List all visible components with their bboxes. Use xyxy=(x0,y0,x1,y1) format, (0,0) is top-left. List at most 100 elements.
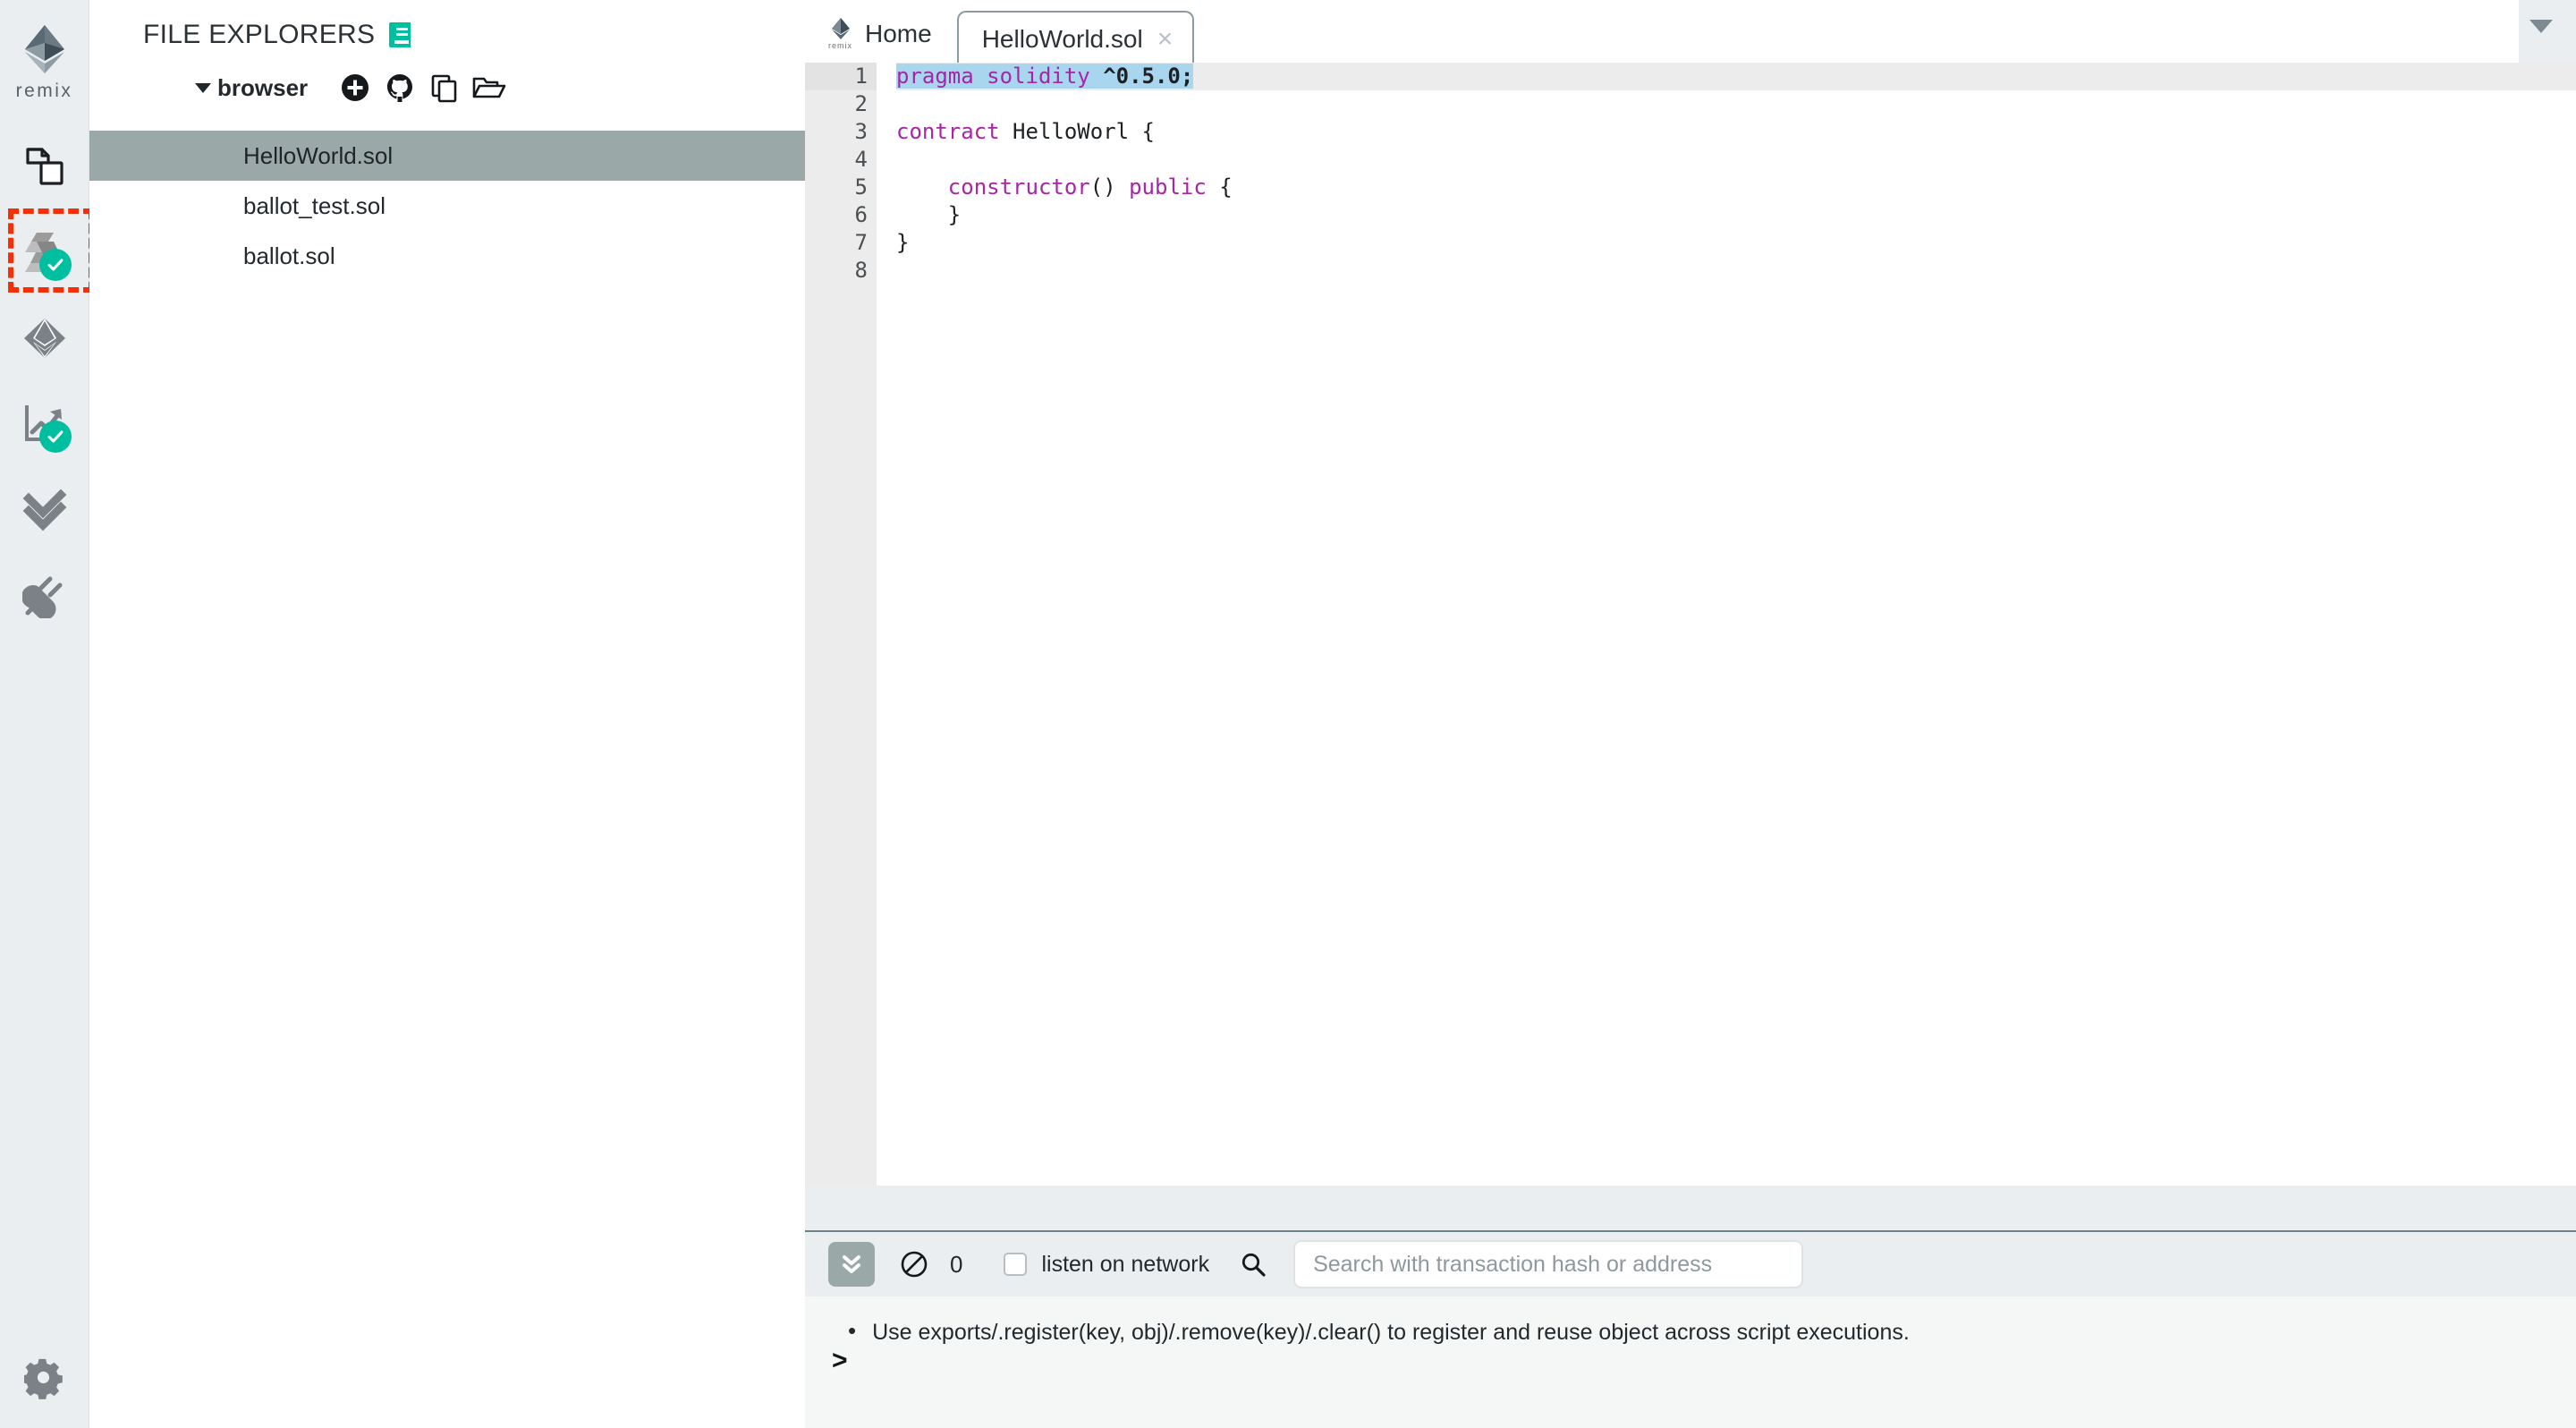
status-badge-check xyxy=(38,421,72,453)
ethereum-logo-icon xyxy=(831,18,850,39)
clear-console-button[interactable] xyxy=(900,1250,928,1279)
ethereum-logo-icon xyxy=(24,25,64,73)
double-chevron-down-icon xyxy=(843,1255,860,1273)
search-icon[interactable] xyxy=(1240,1251,1267,1278)
pending-transactions-count: 0 xyxy=(950,1250,963,1278)
toggle-terminal-button[interactable] xyxy=(828,1242,875,1287)
code-token: { xyxy=(1206,174,1233,200)
sidebar-item-testing[interactable] xyxy=(0,467,89,553)
line-number: 4 xyxy=(854,147,868,172)
code-editor[interactable]: 1 2 3 4 5 6 7 8 pragma solidity ^0.5.0; … xyxy=(805,63,2576,1186)
plus-circle-icon xyxy=(342,74,369,101)
terminal-toolbar: 0 listen on network xyxy=(805,1232,2576,1296)
page-title: FILE EXPLORERS xyxy=(143,20,376,49)
code-line: contract HelloWorl { xyxy=(896,118,2576,146)
open-folder-button[interactable] xyxy=(467,68,512,107)
remix-mini-logo: remix xyxy=(828,17,852,50)
list-item[interactable]: HelloWorld.sol xyxy=(89,131,805,181)
file-explorer-header: FILE EXPLORERS xyxy=(89,0,805,50)
file-name: HelloWorld.sol xyxy=(243,141,394,169)
line-number: 8 xyxy=(854,258,868,283)
status-badge-check xyxy=(38,249,72,281)
code-line: pragma solidity ^0.5.0; xyxy=(896,63,2576,90)
sidebar-item-file-explorers[interactable] xyxy=(0,123,89,209)
tab-label: HelloWorld.sol xyxy=(981,25,1143,53)
root-folder-label[interactable]: browser xyxy=(217,74,308,102)
tab-helloworld-sol[interactable]: HelloWorld.sol × xyxy=(956,11,1195,64)
close-icon[interactable]: × xyxy=(1157,26,1174,53)
code-line: constructor() public { xyxy=(896,174,2576,201)
tab-home[interactable]: remix Home xyxy=(805,17,952,63)
ethereum-deploy-icon xyxy=(23,319,65,358)
code-token: } xyxy=(896,230,910,255)
remix-ide-window: remix FILE EXPLORERS browser HelloWorld.… xyxy=(0,0,2576,1428)
code-token: contract xyxy=(896,119,1013,144)
file-name: ballot.sol xyxy=(243,242,335,269)
connect-to-github-button[interactable] xyxy=(377,68,422,107)
sidebar-item-analysis[interactable] xyxy=(0,381,89,467)
sidebar-item-deploy-run-transactions[interactable] xyxy=(0,295,89,381)
ban-icon xyxy=(901,1251,928,1278)
check-icon xyxy=(47,259,63,271)
remix-brand-label: remix xyxy=(15,81,73,101)
sidebar-item-settings[interactable] xyxy=(0,1358,89,1399)
editor-tab-bar: remix Home HelloWorld.sol × xyxy=(805,0,2576,64)
check-icon xyxy=(47,430,63,443)
tab-home-label: Home xyxy=(865,19,932,47)
book-icon xyxy=(389,22,411,47)
line-number-gutter: 1 2 3 4 5 6 7 8 xyxy=(805,63,891,1186)
panel-divider[interactable] xyxy=(805,1186,2576,1232)
line-number: 2 xyxy=(854,91,868,116)
chevron-down-icon[interactable] xyxy=(195,82,211,93)
remix-logo: remix xyxy=(16,23,73,102)
chevron-down-icon[interactable] xyxy=(2529,20,2553,33)
file-name: ballot_test.sol xyxy=(243,191,386,219)
remix-mini-label: remix xyxy=(828,41,852,50)
terminal-prompt[interactable]: > xyxy=(832,1346,848,1376)
code-token: constructor xyxy=(896,174,1090,200)
line-number: 6 xyxy=(854,202,868,227)
magnifier-icon xyxy=(1241,1253,1266,1277)
listen-on-network-checkbox[interactable] xyxy=(1004,1253,1028,1276)
left-icon-bar: remix xyxy=(0,0,94,1428)
log-message: Use exports/.register(key, obj)/.remove(… xyxy=(872,1320,1910,1345)
list-item[interactable]: ballot.sol xyxy=(89,231,805,281)
github-icon xyxy=(387,74,413,102)
code-token: pragma solidity xyxy=(896,64,1104,89)
list-item: • Use exports/.register(key, obj)/.remov… xyxy=(805,1318,2576,1347)
folder-open-icon xyxy=(472,77,506,98)
code-token: public xyxy=(1129,174,1207,200)
code-token: HelloWorl { xyxy=(1013,119,1155,144)
file-explorer-panel: FILE EXPLORERS browser HelloWorld.sol ba… xyxy=(89,0,805,1428)
sidebar-item-solidity-compiler[interactable] xyxy=(0,209,89,295)
double-check-icon xyxy=(22,489,66,531)
list-item[interactable]: ballot_test.sol xyxy=(89,181,805,231)
code-token: ^0.5.0; xyxy=(1103,64,1194,89)
terminal-output: • Use exports/.register(key, obj)/.remov… xyxy=(805,1296,2576,1428)
plug-icon xyxy=(21,576,62,618)
code-token: () xyxy=(1089,174,1130,200)
code-content[interactable]: pragma solidity ^0.5.0; contract HelloWo… xyxy=(877,63,2576,1186)
files-icon xyxy=(25,148,64,185)
line-number: 3 xyxy=(805,118,891,146)
file-list: HelloWorld.sol ballot_test.sol ballot.so… xyxy=(89,131,805,281)
listen-on-network-toggle[interactable]: listen on network xyxy=(1004,1252,1209,1278)
terminal-panel: 0 listen on network • Use exports/.regi xyxy=(805,1232,2576,1428)
copy-files-button[interactable] xyxy=(422,68,467,107)
listen-on-network-label: listen on network xyxy=(1041,1251,1210,1277)
file-explorer-toolbar: browser xyxy=(89,50,805,107)
sidebar-item-plugin-manager[interactable] xyxy=(0,553,89,639)
line-number: 7 xyxy=(854,230,868,255)
copy-icon xyxy=(431,74,457,103)
code-line: } xyxy=(896,201,2576,229)
main-area: remix Home HelloWorld.sol × 1 2 3 4 5 6 … xyxy=(805,0,2576,1428)
search-input[interactable] xyxy=(1293,1240,1804,1288)
bullet-icon: • xyxy=(848,1317,857,1344)
gear-icon xyxy=(24,1358,63,1399)
code-line: } xyxy=(896,229,2576,257)
create-new-file-button[interactable] xyxy=(333,68,377,107)
line-number: 5 xyxy=(805,174,891,201)
line-number: 1 xyxy=(805,63,877,90)
